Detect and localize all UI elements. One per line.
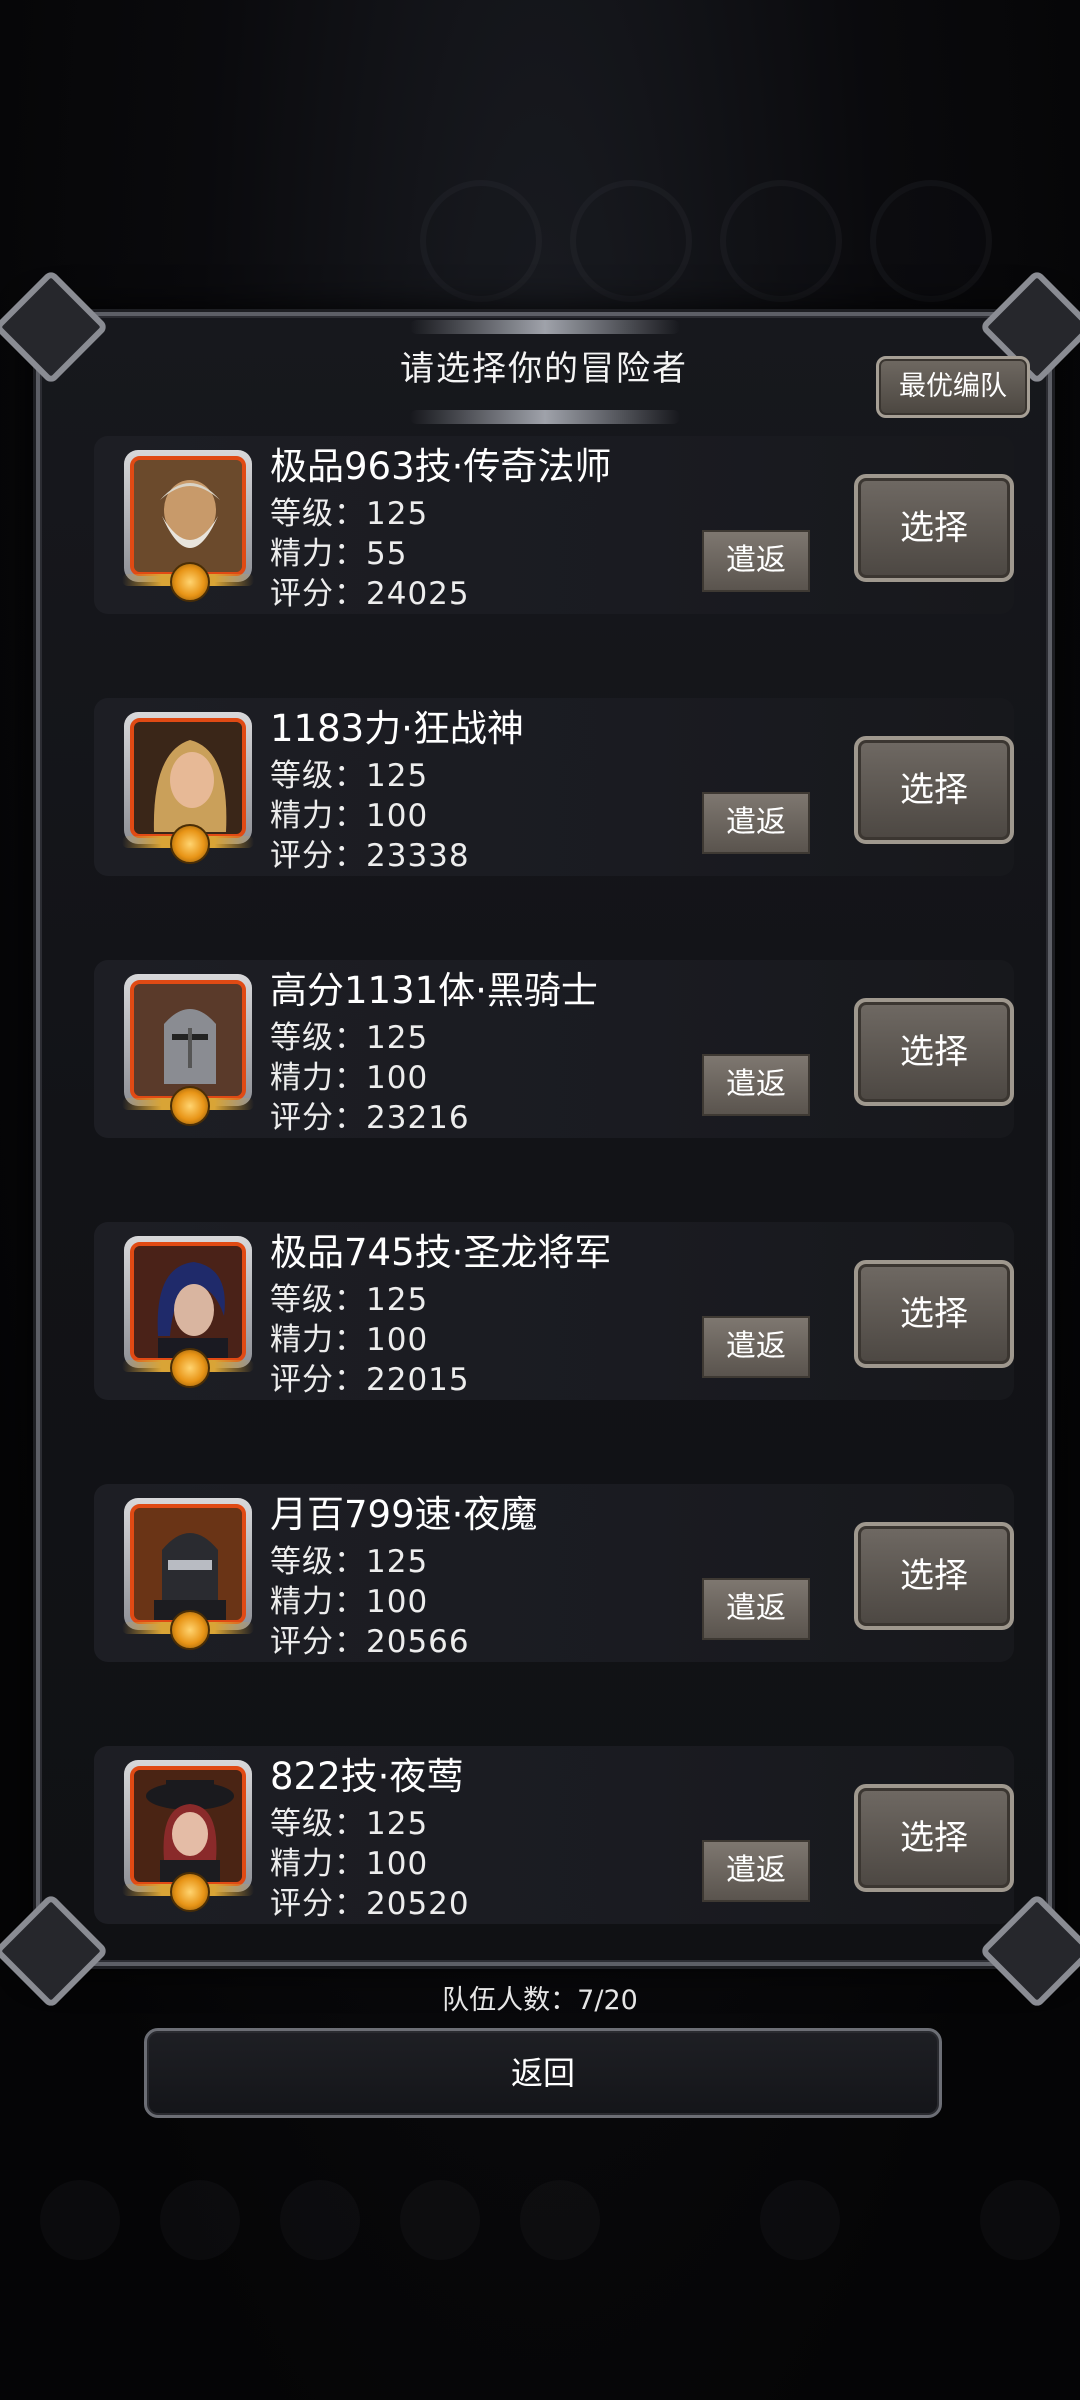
score-label: 评分： bbox=[270, 1100, 366, 1136]
hero-level: 等级：125 bbox=[270, 1798, 428, 1843]
rank-emblem-icon bbox=[170, 1348, 210, 1388]
score-label: 评分： bbox=[270, 1624, 366, 1660]
team-count: 队伍人数：7/20 bbox=[442, 1985, 638, 2016]
energy-value: 55 bbox=[366, 536, 408, 572]
dismiss-button[interactable]: 遣返 bbox=[702, 1578, 810, 1640]
dialog-header: 请选择你的冒险者 最优编队 bbox=[40, 320, 1048, 424]
energy-label: 精力： bbox=[270, 798, 366, 834]
energy-value: 100 bbox=[366, 1584, 429, 1620]
background-menu-icons bbox=[380, 160, 1040, 330]
hero-energy: 精力：100 bbox=[270, 1052, 428, 1097]
score-label: 评分： bbox=[270, 576, 366, 612]
level-label: 等级： bbox=[270, 1544, 366, 1580]
level-label: 等级： bbox=[270, 1282, 366, 1318]
level-value: 125 bbox=[366, 1020, 429, 1056]
score-value: 22015 bbox=[366, 1362, 470, 1398]
energy-label: 精力： bbox=[270, 1060, 366, 1096]
select-button[interactable]: 选择 bbox=[854, 1522, 1014, 1630]
energy-label: 精力： bbox=[270, 536, 366, 572]
masked-assassin-portrait bbox=[130, 1504, 246, 1624]
level-value: 125 bbox=[366, 1806, 429, 1842]
score-value: 23338 bbox=[366, 838, 470, 874]
score-value: 20520 bbox=[366, 1886, 470, 1922]
hero-score: 评分：23216 bbox=[270, 1092, 470, 1137]
hero-name: 822技·夜莺 bbox=[270, 1755, 464, 1798]
energy-value: 100 bbox=[366, 1846, 429, 1882]
energy-value: 100 bbox=[366, 1322, 429, 1358]
dismiss-button[interactable]: 遣返 bbox=[702, 1840, 810, 1902]
background-bottom-bar bbox=[0, 2120, 1080, 2320]
rank-emblem-icon bbox=[170, 1610, 210, 1650]
rank-emblem-icon bbox=[170, 562, 210, 602]
level-value: 125 bbox=[366, 1282, 429, 1318]
hero-name: 1183力·狂战神 bbox=[270, 707, 524, 750]
level-label: 等级： bbox=[270, 1806, 366, 1842]
energy-label: 精力： bbox=[270, 1584, 366, 1620]
hero-score: 评分：20566 bbox=[270, 1616, 470, 1661]
hero-level: 等级：125 bbox=[270, 1012, 428, 1057]
energy-label: 精力： bbox=[270, 1846, 366, 1882]
select-button[interactable]: 选择 bbox=[854, 474, 1014, 582]
rank-emblem-icon bbox=[170, 1086, 210, 1126]
knight-helmet-portrait bbox=[130, 980, 246, 1100]
hero-card: 极品963技·传奇法师 等级：125 精力：55 评分：24025 遣返 选择 bbox=[94, 436, 1014, 614]
hero-energy: 精力：100 bbox=[270, 1314, 428, 1359]
rank-emblem-icon bbox=[170, 1872, 210, 1912]
blue-hair-general-portrait bbox=[130, 1242, 246, 1362]
select-button[interactable]: 选择 bbox=[854, 1260, 1014, 1368]
red-hair-hat-portrait bbox=[130, 1766, 246, 1886]
score-value: 24025 bbox=[366, 576, 470, 612]
dismiss-button[interactable]: 遣返 bbox=[702, 530, 810, 592]
hero-name: 高分1131体·黑骑士 bbox=[270, 969, 598, 1012]
score-label: 评分： bbox=[270, 1886, 366, 1922]
level-label: 等级： bbox=[270, 1020, 366, 1056]
dismiss-button[interactable]: 遣返 bbox=[702, 1316, 810, 1378]
old-wizard-portrait bbox=[130, 456, 246, 576]
title-ornament bbox=[410, 320, 680, 334]
hero-score: 评分：20520 bbox=[270, 1878, 470, 1923]
score-label: 评分： bbox=[270, 838, 366, 874]
best-team-button[interactable]: 最优编队 bbox=[876, 356, 1030, 418]
select-button[interactable]: 选择 bbox=[854, 998, 1014, 1106]
score-label: 评分： bbox=[270, 1362, 366, 1398]
level-value: 125 bbox=[366, 1544, 429, 1580]
dismiss-button[interactable]: 遣返 bbox=[702, 792, 810, 854]
hero-energy: 精力：100 bbox=[270, 1838, 428, 1883]
hero-level: 等级：125 bbox=[270, 750, 428, 795]
level-value: 125 bbox=[366, 496, 429, 532]
energy-value: 100 bbox=[366, 798, 429, 834]
hero-name: 月百799速·夜魔 bbox=[270, 1493, 538, 1536]
hero-level: 等级：125 bbox=[270, 1274, 428, 1319]
blonde-warrior-portrait bbox=[130, 718, 246, 838]
hero-level: 等级：125 bbox=[270, 488, 428, 533]
hero-card: 月百799速·夜魔 等级：125 精力：100 评分：20566 遣返 选择 bbox=[94, 1484, 1014, 1662]
level-label: 等级： bbox=[270, 496, 366, 532]
hero-energy: 精力：100 bbox=[270, 790, 428, 835]
hero-name: 极品963技·传奇法师 bbox=[270, 445, 612, 488]
hero-name: 极品745技·圣龙将军 bbox=[270, 1231, 612, 1274]
hero-energy: 精力：55 bbox=[270, 528, 407, 573]
select-button[interactable]: 选择 bbox=[854, 1784, 1014, 1892]
hero-level: 等级：125 bbox=[270, 1536, 428, 1581]
rank-emblem-icon bbox=[170, 824, 210, 864]
level-value: 125 bbox=[366, 758, 429, 794]
level-label: 等级： bbox=[270, 758, 366, 794]
title-ornament bbox=[410, 410, 680, 424]
adventurer-select-dialog: 请选择你的冒险者 最优编队 极品963技·传奇法师 等级：125 精力：55 评… bbox=[0, 269, 1080, 2009]
score-value: 23216 bbox=[366, 1100, 470, 1136]
hero-score: 评分：22015 bbox=[270, 1354, 470, 1399]
energy-label: 精力： bbox=[270, 1322, 366, 1358]
hero-card: 极品745技·圣龙将军 等级：125 精力：100 评分：22015 遣返 选择 bbox=[94, 1222, 1014, 1400]
hero-card: 高分1131体·黑骑士 等级：125 精力：100 评分：23216 遣返 选择 bbox=[94, 960, 1014, 1138]
back-button[interactable]: 返回 bbox=[144, 2028, 942, 2118]
hero-card: 822技·夜莺 等级：125 精力：100 评分：20520 遣返 选择 bbox=[94, 1746, 1014, 1924]
hero-score: 评分：23338 bbox=[270, 830, 470, 875]
dismiss-button[interactable]: 遣返 bbox=[702, 1054, 810, 1116]
energy-value: 100 bbox=[366, 1060, 429, 1096]
hero-card: 1183力·狂战神 等级：125 精力：100 评分：23338 遣返 选择 bbox=[94, 698, 1014, 876]
hero-energy: 精力：100 bbox=[270, 1576, 428, 1621]
select-button[interactable]: 选择 bbox=[854, 736, 1014, 844]
hero-score: 评分：24025 bbox=[270, 568, 470, 613]
score-value: 20566 bbox=[366, 1624, 470, 1660]
